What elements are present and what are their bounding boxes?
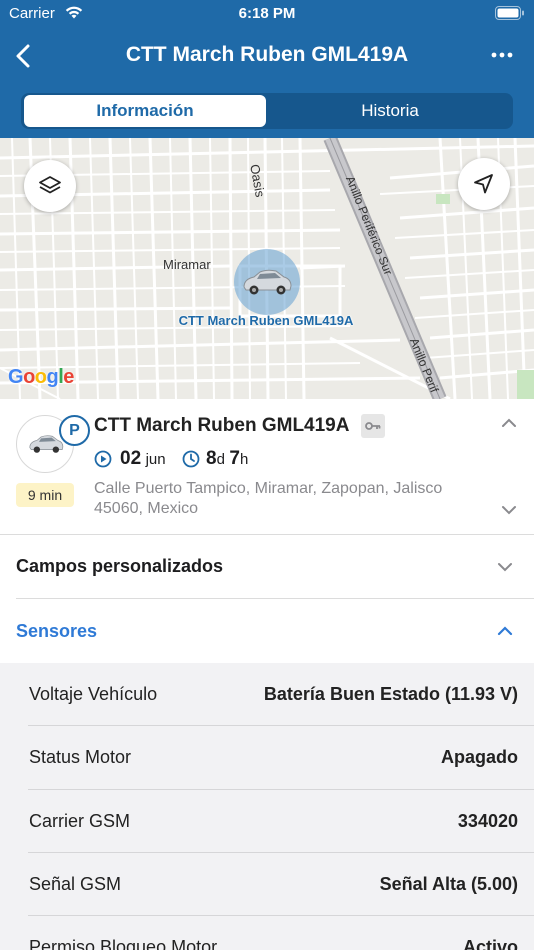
sensors-title: Sensores	[16, 621, 98, 641]
clock: 6:18 PM	[238, 5, 296, 22]
custom-fields-section[interactable]: Campos personalizados	[0, 535, 534, 599]
vehicle-address: Calle Puerto Tampico, Miramar, Zapopan, …	[94, 480, 443, 517]
duration-days: 8	[206, 448, 217, 469]
map-layers-button[interactable]	[24, 160, 76, 212]
app-header: Carrier 6:18 PM CTT March Ruben GML419A …	[0, 0, 534, 138]
status-bar: Carrier 6:18 PM	[0, 0, 534, 28]
tab-historia[interactable]: Historia	[269, 95, 511, 127]
map-locate-button[interactable]	[458, 158, 510, 210]
duration-hours-unit: h	[239, 451, 249, 468]
stop-duration: 8d 7h	[206, 448, 248, 470]
stop-date: 02 jun	[120, 448, 166, 470]
layers-icon	[39, 176, 61, 194]
sensor-row: Carrier GSM 334020	[0, 789, 534, 854]
sensor-value: Apagado	[440, 747, 518, 768]
sensor-name: Señal GSM	[29, 873, 122, 894]
navigation-arrow-icon	[474, 174, 493, 194]
sensor-value: Activo	[462, 937, 518, 950]
clock-icon	[182, 450, 200, 468]
chevron-down-icon[interactable]	[500, 504, 518, 516]
chevron-up-icon	[497, 626, 513, 636]
sensors-section[interactable]: Sensores	[0, 599, 534, 663]
tab-informacion[interactable]: Información	[24, 95, 266, 127]
chevron-down-icon	[498, 563, 512, 572]
sensor-value: Batería Buen Estado (11.93 V)	[263, 684, 518, 704]
stop-date-day: 02	[120, 448, 142, 469]
sensor-row: Permiso Bloqueo Motor Activo	[0, 916, 534, 950]
sensor-name: Carrier GSM	[29, 810, 131, 831]
vehicle-map-marker[interactable]	[234, 249, 300, 315]
sensor-list: Voltaje Vehículo Batería Buen Estado (11…	[0, 663, 534, 950]
sensor-name: Status Motor	[29, 747, 132, 768]
key-icon	[361, 414, 385, 438]
navigation-bar: CTT March Ruben GML419A	[0, 34, 534, 78]
duration-days-unit: d	[216, 451, 225, 468]
sensor-row: Señal GSM Señal Alta (5.00)	[0, 852, 534, 917]
sensor-name: Permiso Bloqueo Motor	[29, 937, 218, 950]
sensor-row: Voltaje Vehículo Batería Buen Estado (11…	[0, 663, 534, 727]
segmented-control: Información Historia	[21, 93, 513, 129]
google-logo: Google	[8, 366, 74, 388]
battery-icon	[495, 6, 524, 20]
vehicle-map-label: CTT March Ruben GML419A	[178, 313, 354, 328]
page-title: CTT March Ruben GML419A	[125, 43, 409, 66]
duration-hours: 7	[229, 448, 240, 469]
sensor-name: Voltaje Vehículo	[29, 684, 158, 704]
vehicle-name: CTT March Ruben GML419A	[94, 415, 350, 436]
vehicle-info-panel: P 9 min CTT March Ruben GML419A 02 jun 8…	[0, 399, 534, 535]
stop-date-month: jun	[145, 451, 166, 468]
map-view[interactable]: Oasis Miramar Anillo Periférico Sur Anil…	[0, 138, 534, 399]
duration-badge: 9 min	[16, 483, 74, 507]
custom-fields-title: Campos personalizados	[16, 556, 224, 576]
sensor-value: Señal Alta (5.00)	[379, 873, 518, 894]
chevron-left-icon[interactable]	[12, 42, 36, 70]
sensor-value: 334020	[457, 810, 518, 831]
chevron-up-icon[interactable]	[500, 417, 518, 429]
play-circle-icon	[94, 450, 112, 468]
car-icon	[243, 269, 292, 295]
ellipsis-icon[interactable]	[490, 50, 514, 60]
parking-status-badge: P	[59, 415, 90, 446]
sensor-row: Status Motor Apagado	[0, 726, 534, 790]
map-label-miramar: Miramar	[163, 257, 211, 272]
